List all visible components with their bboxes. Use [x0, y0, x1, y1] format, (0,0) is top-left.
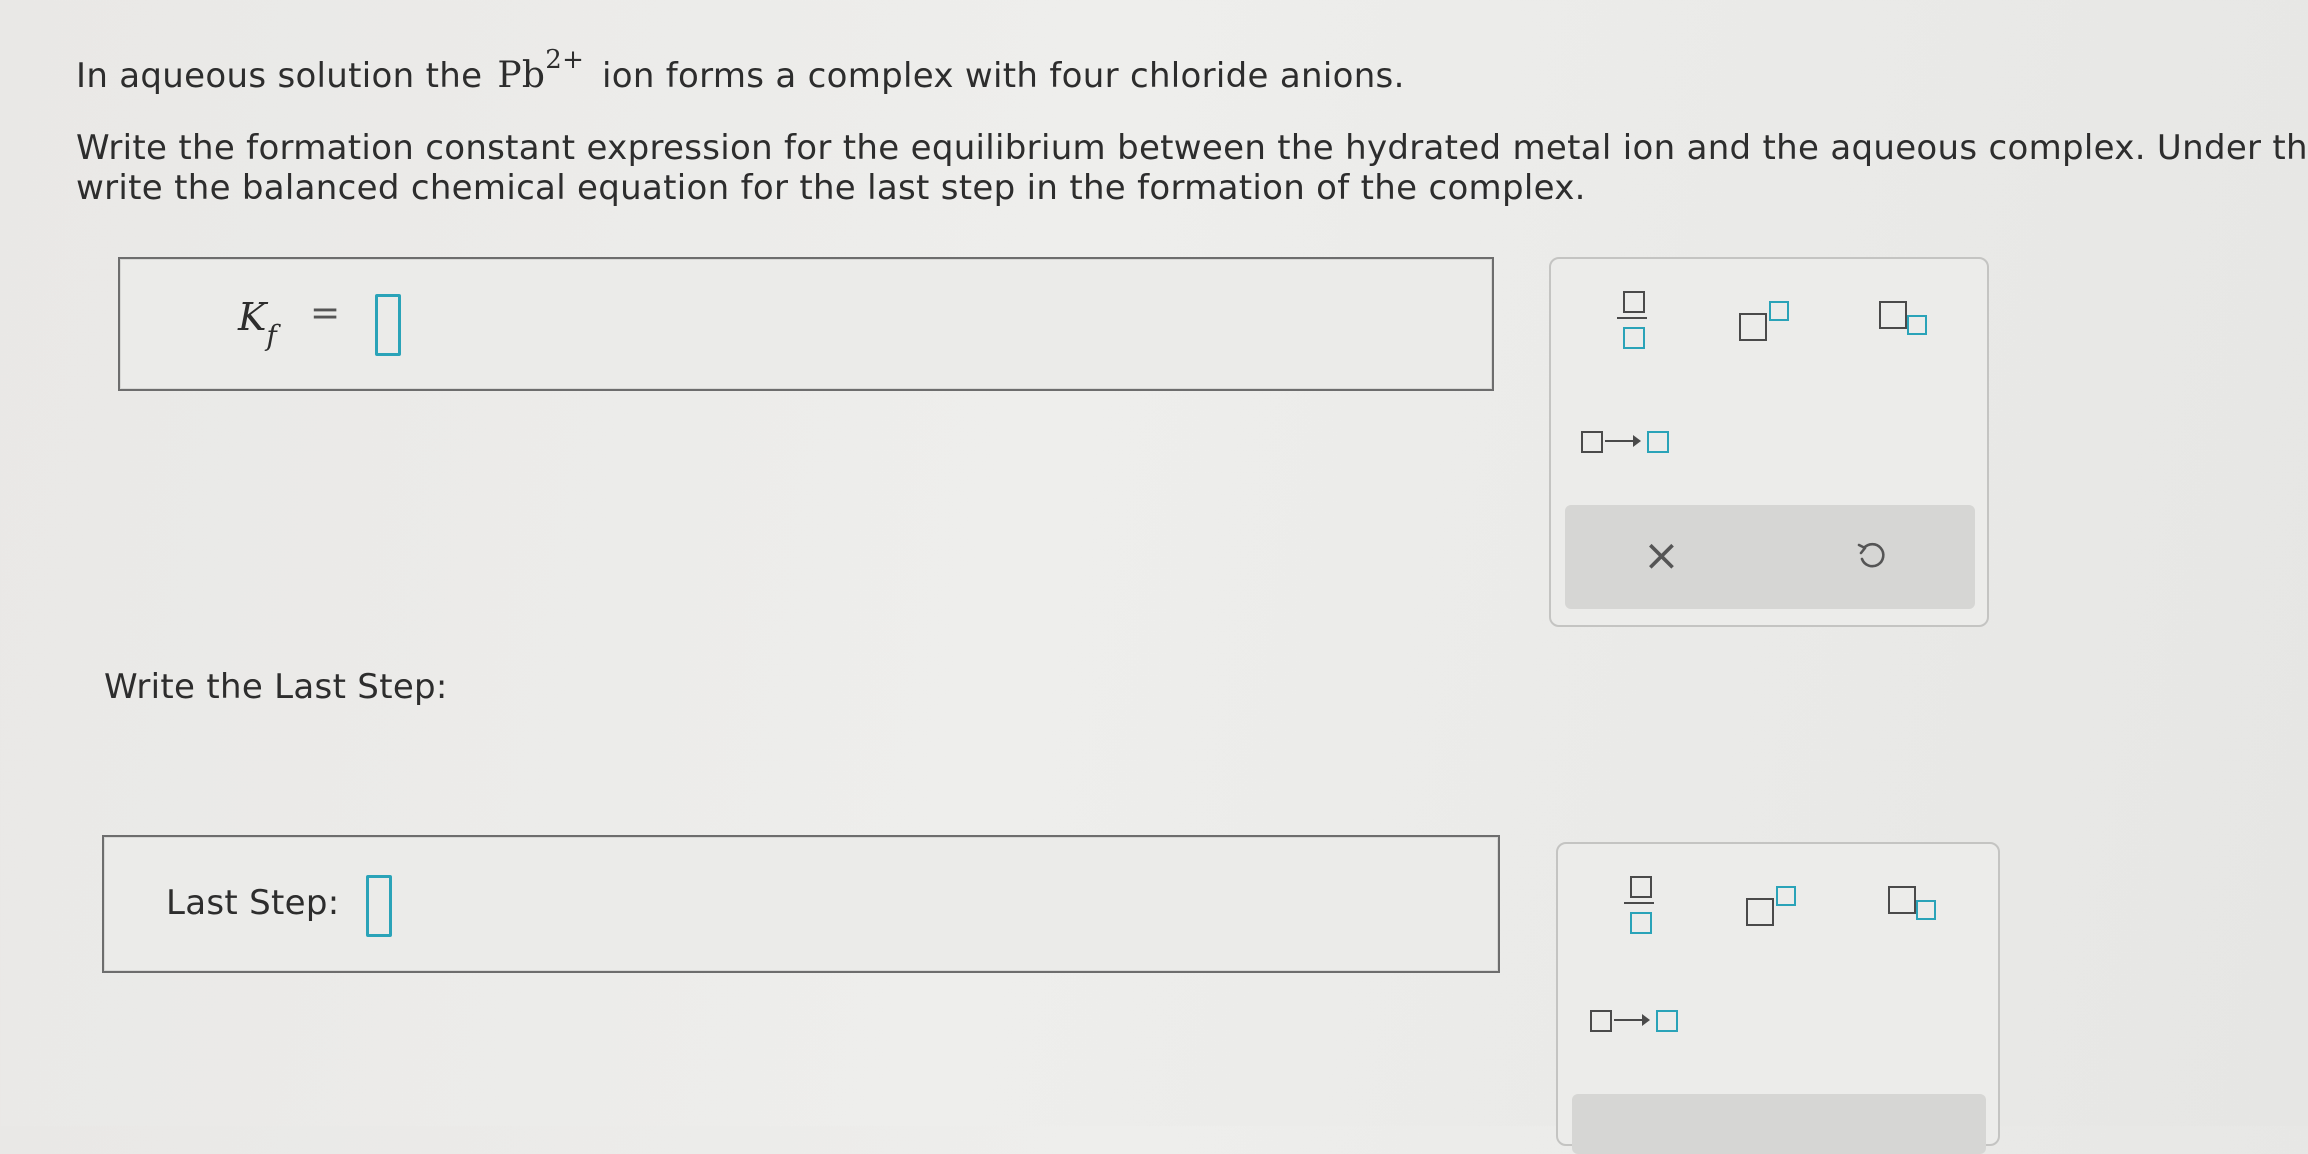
numerator-box [1630, 876, 1652, 898]
arrow-head-icon [1642, 1014, 1650, 1026]
ion-charge: 2+ [545, 45, 585, 75]
subscript-button[interactable] [1884, 882, 1954, 932]
subscript-box [1916, 900, 1936, 920]
question-line-1: In aqueous solution the Pb2+ ion forms a… [76, 44, 1405, 98]
superscript-button[interactable] [1738, 882, 1808, 932]
kf-label: Kf [238, 295, 277, 352]
kf-label-main: K [238, 295, 267, 339]
last-step-label: Last Step: [166, 883, 340, 923]
math-palette-2 [1556, 842, 2000, 1154]
kf-equals: = [310, 293, 341, 334]
last-step-heading: Write the Last Step: [104, 667, 448, 707]
reactant-box [1581, 431, 1603, 453]
question-line-3: write the balanced chemical equation for… [76, 168, 1586, 208]
math-palette-1: × [1549, 257, 1989, 627]
question-prefix: In aqueous solution the [76, 56, 483, 96]
product-box [1656, 1010, 1678, 1032]
question-line-2: Write the formation constant expression … [76, 128, 2308, 168]
fraction-bar [1617, 317, 1647, 319]
reaction-arrow-button[interactable] [1581, 421, 1681, 461]
undo-icon[interactable] [1855, 539, 1889, 573]
undo-svg [1857, 542, 1885, 568]
base-box [1888, 886, 1916, 914]
base-box [1879, 301, 1907, 329]
fraction-button[interactable] [1618, 874, 1662, 938]
product-box [1647, 431, 1669, 453]
base-box [1746, 898, 1774, 926]
palette-action-bar [1572, 1094, 1986, 1154]
palette-action-bar: × [1565, 505, 1975, 609]
reaction-arrow-button[interactable] [1590, 1000, 1690, 1040]
reactant-box [1590, 1010, 1612, 1032]
base-box [1739, 313, 1767, 341]
clear-icon[interactable]: × [1643, 531, 1680, 581]
question-suffix: ion forms a complex with four chloride a… [601, 56, 1405, 96]
last-step-answer-box[interactable]: Last Step: [102, 835, 1500, 973]
last-step-input-slot[interactable] [366, 875, 392, 937]
denominator-box [1623, 327, 1645, 349]
superscript-button[interactable] [1731, 297, 1801, 347]
numerator-box [1623, 291, 1645, 313]
fraction-button[interactable] [1611, 289, 1655, 353]
superscript-box [1769, 301, 1789, 321]
ion-base: Pb [497, 55, 546, 96]
kf-label-sub: f [266, 318, 277, 352]
superscript-box [1776, 886, 1796, 906]
arrow-line [1614, 1019, 1644, 1021]
ion-formula: Pb2+ [497, 45, 596, 96]
subscript-button[interactable] [1875, 297, 1945, 347]
arrow-head-icon [1633, 435, 1641, 447]
kf-input-slot[interactable] [375, 294, 401, 356]
denominator-box [1630, 912, 1652, 934]
kf-answer-box[interactable]: Kf = [118, 257, 1494, 391]
arrow-line [1605, 440, 1635, 442]
fraction-bar [1624, 902, 1654, 904]
subscript-box [1907, 315, 1927, 335]
